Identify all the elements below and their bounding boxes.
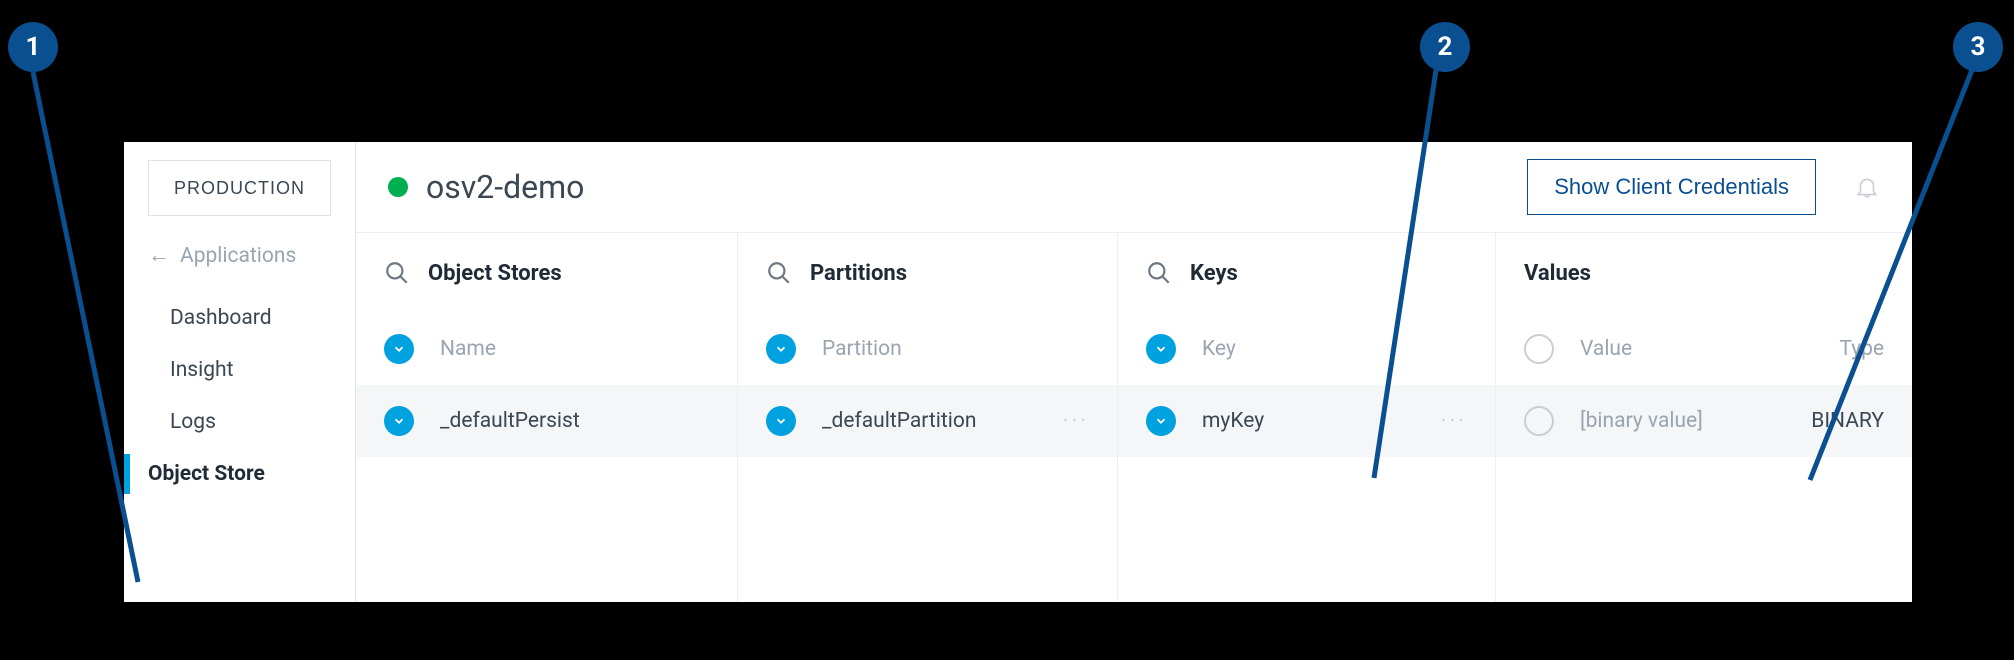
callout-badge-1: 1	[8, 22, 58, 72]
callout-badge-2: 2	[1420, 22, 1470, 72]
callout-line-3	[0, 0, 2014, 660]
callout-badge-3: 3	[1953, 22, 2003, 72]
